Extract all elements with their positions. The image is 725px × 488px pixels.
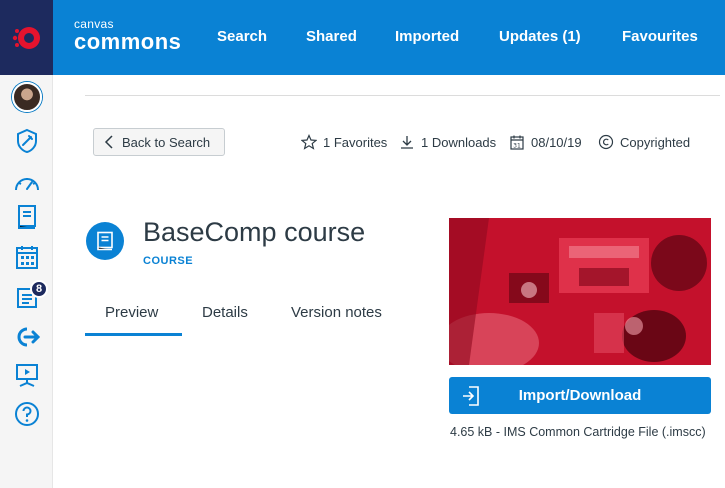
inbox-badge: 8 xyxy=(30,280,48,298)
copyright-icon xyxy=(598,134,614,150)
license-label: Copyrighted xyxy=(620,134,691,150)
nav-shared[interactable]: Shared xyxy=(306,28,357,45)
updated-date: 31 08/10/19 xyxy=(509,134,582,150)
back-to-search-label: Back to Search xyxy=(122,134,211,150)
calendar-icon xyxy=(15,246,38,269)
canvas-logo[interactable] xyxy=(0,0,53,75)
commons-icon xyxy=(17,327,40,347)
tab-version-notes[interactable]: Version notes xyxy=(291,304,382,321)
brand-big: commons xyxy=(74,29,182,54)
course-type-icon xyxy=(86,222,124,260)
resource-thumbnail xyxy=(449,218,711,365)
svg-text:31: 31 xyxy=(513,143,521,150)
favorites-count[interactable]: 1 Favorites xyxy=(301,134,387,150)
courses-icon xyxy=(17,205,36,229)
global-nav-rail: 8 xyxy=(0,0,53,488)
downloads-label: 1 Downloads xyxy=(421,134,497,150)
tab-preview[interactable]: Preview xyxy=(105,304,158,321)
license-info: Copyrighted xyxy=(598,134,690,150)
date-label: 08/10/19 xyxy=(531,134,582,150)
nav-imported[interactable]: Imported xyxy=(395,28,459,45)
calendar-small-icon: 31 xyxy=(510,135,524,150)
studio-nav[interactable] xyxy=(0,358,53,392)
back-to-search-button[interactable]: Back to Search xyxy=(93,128,225,156)
canvas-logo-icon xyxy=(12,26,40,49)
top-header: canvas commons Search Shared Imported Up… xyxy=(53,0,725,75)
dashboard-nav[interactable] xyxy=(0,166,53,200)
nav-updates[interactable]: Updates (1) xyxy=(499,28,581,45)
divider xyxy=(85,95,720,96)
help-nav[interactable] xyxy=(0,397,53,431)
inbox-nav[interactable]: 8 xyxy=(0,280,53,314)
help-icon xyxy=(14,402,39,426)
admin-icon xyxy=(16,128,37,154)
favorites-label: 1 Favorites xyxy=(323,134,388,150)
import-icon xyxy=(463,386,479,406)
download-icon xyxy=(401,136,413,149)
account-nav[interactable] xyxy=(0,80,53,114)
admin-nav[interactable] xyxy=(0,124,53,158)
dashboard-icon xyxy=(14,178,39,191)
resource-title: BaseComp course xyxy=(143,217,366,247)
file-info: 4.65 kB - IMS Common Cartridge File (.im… xyxy=(450,425,706,439)
book-icon xyxy=(97,231,113,251)
downloads-count: 1 Downloads xyxy=(399,134,496,150)
import-download-button[interactable]: Import/Download xyxy=(449,377,711,414)
avatar xyxy=(11,82,42,112)
calendar-nav[interactable] xyxy=(0,240,53,274)
nav-favourites[interactable]: Favourites xyxy=(622,28,698,45)
resource-type: COURSE xyxy=(143,255,194,267)
studio-icon xyxy=(15,364,38,387)
nav-search[interactable]: Search xyxy=(217,28,267,45)
star-icon xyxy=(301,134,317,150)
commons-brand[interactable]: canvas commons xyxy=(74,18,181,53)
import-download-label: Import/Download xyxy=(518,387,642,404)
commons-nav[interactable] xyxy=(0,320,53,354)
tab-details[interactable]: Details xyxy=(202,304,248,321)
courses-nav[interactable] xyxy=(0,200,53,234)
thumbnail-image xyxy=(449,218,711,365)
chevron-left-icon xyxy=(104,135,113,149)
active-tab-indicator xyxy=(85,333,182,336)
